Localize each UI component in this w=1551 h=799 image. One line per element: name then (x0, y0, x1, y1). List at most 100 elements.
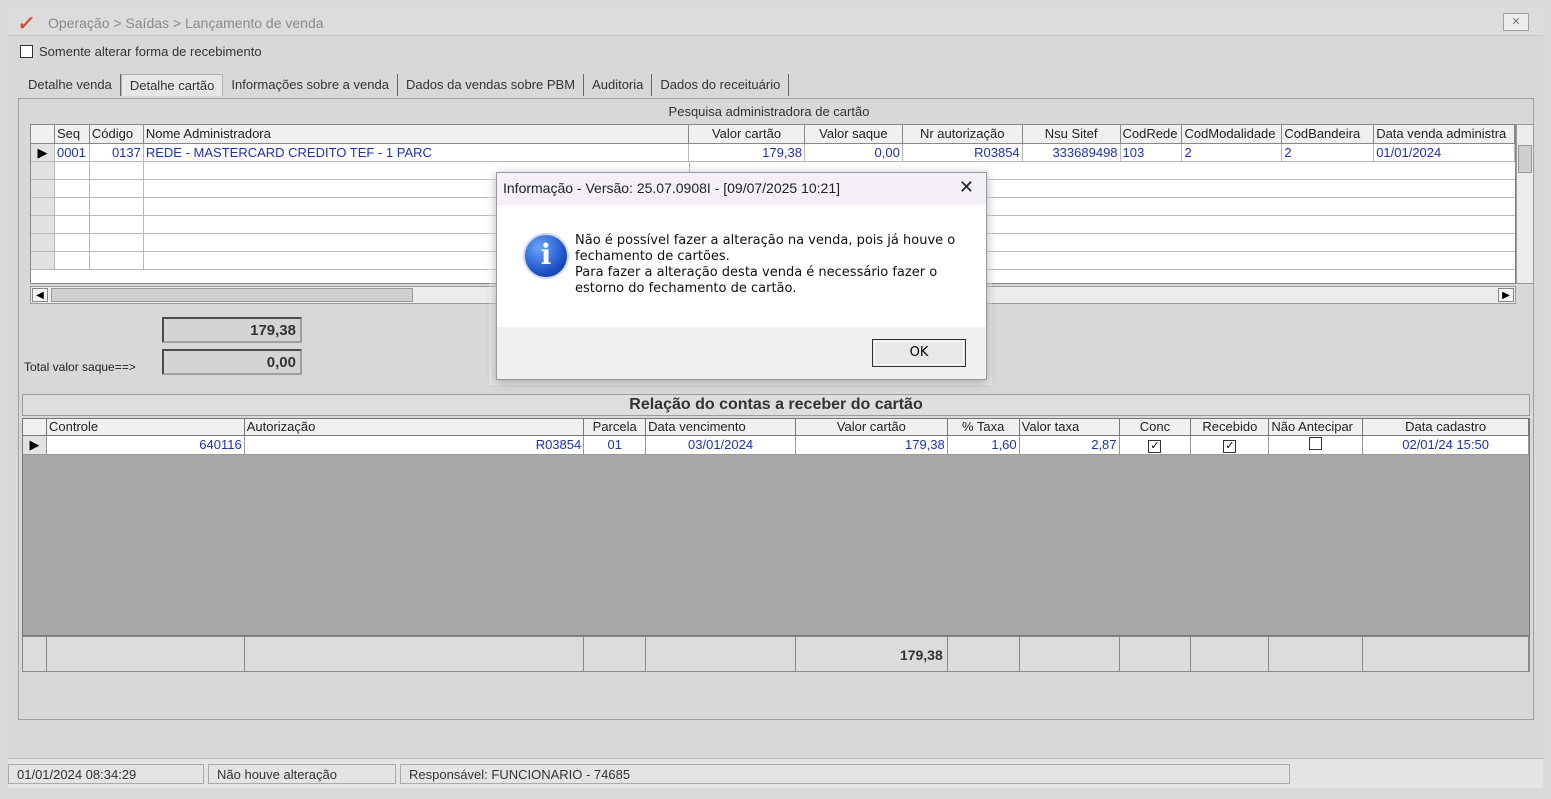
header-data-cadastro[interactable]: Data cadastro (1363, 419, 1529, 435)
total-valor-saque: 0,00 (162, 349, 302, 375)
footer-cell (1120, 637, 1192, 671)
header-valor-cartao[interactable]: Valor cartão (689, 125, 805, 143)
header-nr-autorizacao[interactable]: Nr autorização (903, 125, 1023, 143)
tab-dados-pbm[interactable]: Dados da vendas sobre PBM (398, 74, 585, 96)
footer-cell (646, 637, 796, 671)
receivables-grid[interactable]: Controle Autorização Parcela Data vencim… (22, 418, 1530, 636)
ok-button[interactable]: OK (872, 339, 966, 367)
header-nome[interactable]: Nome Administradora (144, 125, 690, 143)
empty-cell (90, 216, 144, 233)
dialog-titlebar: Informação - Versão: 25.07.0908I - [09/0… (497, 173, 986, 205)
cell-data-vencimento[interactable]: 03/01/2024 (646, 436, 796, 454)
cell-recebido[interactable]: ✓ (1191, 436, 1270, 454)
table-row[interactable]: ▶ 0001 0137 REDE - MASTERCARD CREDITO TE… (31, 144, 1515, 162)
header-data-venda[interactable]: Data venda administra (1374, 125, 1515, 143)
header-autorizacao[interactable]: Autorização (245, 419, 585, 435)
window-title: Operação > Saídas > Lançamento de venda (48, 15, 324, 31)
header-indicator (23, 419, 47, 435)
table-row[interactable]: ▶ 640116 R03854 01 03/01/2024 179,38 1,6… (23, 436, 1529, 455)
cell-cod-modalidade[interactable]: 2 (1182, 144, 1283, 161)
footer-cell (584, 637, 647, 671)
cell-data-venda[interactable]: 01/01/2024 (1374, 144, 1515, 161)
cell-nao-antecipar[interactable] (1269, 436, 1364, 454)
only-payment-checkbox-row[interactable]: Somente alterar forma de recebimento (20, 44, 262, 59)
total-saque-label: Total valor saque==> (24, 360, 136, 374)
empty-cell (55, 162, 90, 179)
header-cod-modalidade[interactable]: CodModalidade (1182, 125, 1283, 143)
empty-cell (90, 198, 144, 215)
tab-informacoes-venda[interactable]: Informações sobre a venda (223, 74, 398, 96)
header-controle[interactable]: Controle (47, 419, 245, 435)
scroll-right-icon[interactable]: ▶ (1498, 288, 1514, 302)
cell-codigo[interactable]: 0137 (90, 144, 144, 161)
header-indicator (31, 125, 55, 143)
cell-nome[interactable]: REDE - MASTERCARD CREDITO TEF - 1 PARC (144, 144, 690, 161)
row-indicator (31, 162, 55, 179)
cell-nr-autorizacao[interactable]: R03854 (903, 144, 1023, 161)
footer-cell (23, 637, 47, 671)
header-data-vencimento[interactable]: Data vencimento (646, 419, 796, 435)
cell-cod-rede[interactable]: 103 (1121, 144, 1183, 161)
dialog-title: Informação - Versão: 25.07.0908I - [09/0… (503, 180, 841, 196)
cell-data-cadastro[interactable]: 02/01/24 15:50 (1363, 436, 1529, 454)
receivables-header: Controle Autorização Parcela Data vencim… (23, 419, 1529, 436)
header-cod-bandeira[interactable]: CodBandeira (1282, 125, 1375, 143)
row-indicator-icon: ▶ (31, 144, 55, 161)
cell-seq[interactable]: 0001 (55, 144, 90, 161)
card-grid-vertical-scrollbar[interactable] (1516, 124, 1534, 284)
cell-conc[interactable]: ✓ (1120, 436, 1192, 454)
footer-cell (1363, 637, 1530, 671)
header-nao-antecipar[interactable]: Não Antecipar (1269, 419, 1364, 435)
scroll-left-icon[interactable]: ◀ (32, 288, 48, 302)
header-valor-taxa[interactable]: Valor taxa (1020, 419, 1120, 435)
cell-autorizacao[interactable]: R03854 (245, 436, 585, 454)
vertical-scroll-thumb[interactable] (1518, 145, 1532, 173)
header-valor-saque[interactable]: Valor saque (805, 125, 903, 143)
dialog-message-line: Não é possível fazer a alteração na vend… (575, 233, 956, 248)
conc-checkbox[interactable]: ✓ (1148, 440, 1162, 453)
row-indicator (31, 252, 55, 269)
footer-cell (245, 637, 585, 671)
status-datetime: 01/01/2024 08:34:29 (8, 763, 204, 784)
tab-detalhe-cartao[interactable]: Detalhe cartão (120, 74, 224, 96)
header-valor-cartao[interactable]: Valor cartão (796, 419, 948, 435)
tab-dados-receituario[interactable]: Dados do receituário (652, 74, 790, 96)
row-indicator (31, 180, 55, 197)
empty-cell (55, 234, 90, 251)
tab-auditoria[interactable]: Auditoria (584, 74, 653, 96)
footer-cell (1020, 637, 1120, 671)
window-close-button[interactable]: ✕ (1503, 13, 1529, 31)
empty-cell (90, 162, 144, 179)
recebido-checkbox[interactable]: ✓ (1223, 440, 1237, 453)
dialog-message-line: Para fazer a alteração desta venda é nec… (575, 265, 938, 280)
status-state: Não houve alteração (208, 763, 396, 784)
empty-cell (90, 180, 144, 197)
cell-controle[interactable]: 640116 (47, 436, 245, 454)
dialog-close-icon[interactable]: ✕ (959, 177, 974, 198)
footer-cell (47, 637, 245, 671)
header-recebido[interactable]: Recebido (1191, 419, 1270, 435)
row-indicator (31, 216, 55, 233)
tab-detalhe-venda[interactable]: Detalhe venda (20, 74, 121, 96)
header-parcela[interactable]: Parcela (584, 419, 647, 435)
nao-antecipar-checkbox[interactable] (1309, 437, 1323, 450)
dialog-message-line: estorno do fechamento de cartão. (575, 281, 797, 296)
cell-valor-cartao[interactable]: 179,38 (689, 144, 805, 161)
main-panel: Somente alterar forma de recebimento Det… (8, 36, 1543, 756)
header-conc[interactable]: Conc (1120, 419, 1192, 435)
horizontal-scroll-thumb[interactable] (51, 288, 413, 302)
cell-taxa-pct[interactable]: 1,60 (948, 436, 1020, 454)
cell-valor-saque[interactable]: 0,00 (805, 144, 903, 161)
header-seq[interactable]: Seq (55, 125, 90, 143)
header-cod-rede[interactable]: CodRede (1121, 125, 1183, 143)
cell-valor-taxa[interactable]: 2,87 (1020, 436, 1120, 454)
header-codigo[interactable]: Código (90, 125, 144, 143)
cell-cod-bandeira[interactable]: 2 (1282, 144, 1375, 161)
only-payment-checkbox[interactable] (20, 45, 33, 58)
info-dialog: Informação - Versão: 25.07.0908I - [09/0… (496, 172, 987, 380)
cell-nsu-sitef[interactable]: 333689498 (1023, 144, 1121, 161)
cell-parcela[interactable]: 01 (584, 436, 647, 454)
header-nsu-sitef[interactable]: Nsu Sitef (1023, 125, 1121, 143)
header-taxa-pct[interactable]: % Taxa (948, 419, 1020, 435)
cell-valor-cartao[interactable]: 179,38 (796, 436, 948, 454)
